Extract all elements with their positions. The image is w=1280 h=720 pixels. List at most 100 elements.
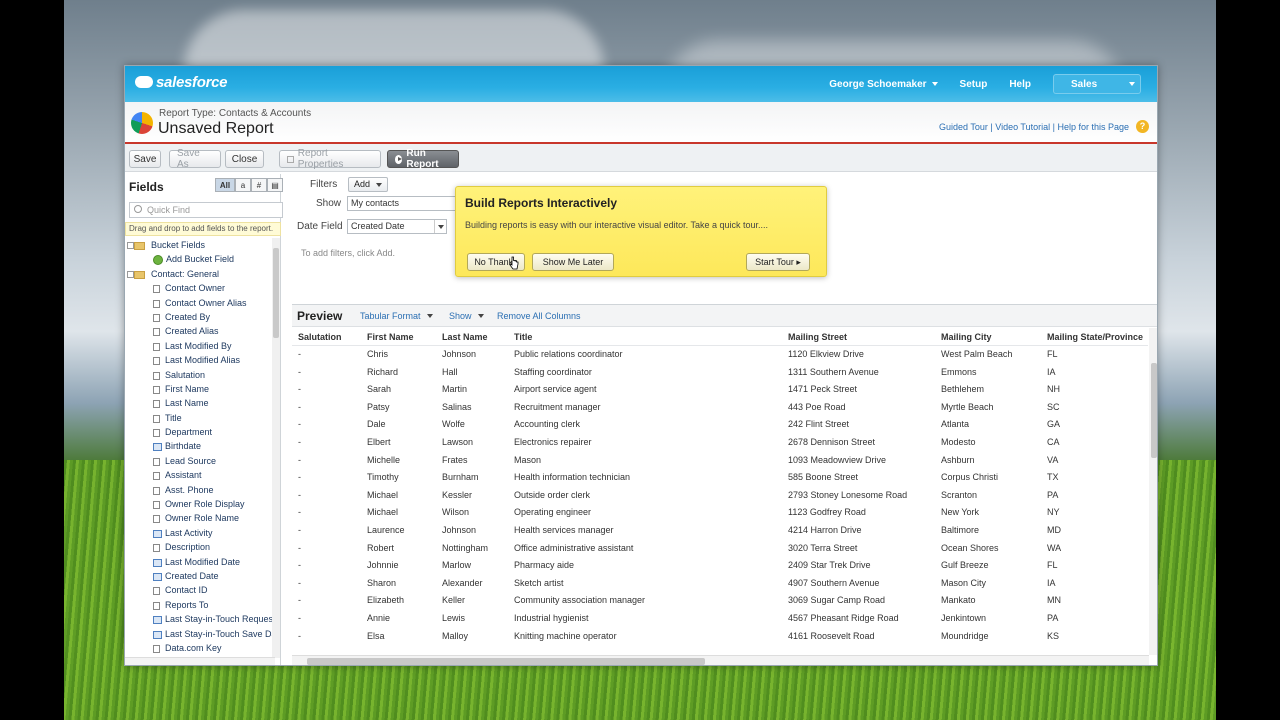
- toggle-all[interactable]: All: [215, 178, 235, 192]
- field-label: Bucket Fields: [151, 240, 206, 250]
- field-item[interactable]: Last Name: [125, 396, 275, 410]
- field-item[interactable]: Created Alias: [125, 324, 275, 338]
- cloud-icon: [135, 76, 153, 88]
- field-item[interactable]: Salutation: [125, 368, 275, 382]
- field-item[interactable]: Data.com Key: [125, 641, 275, 655]
- quick-find-input[interactable]: Quick Find: [129, 202, 283, 218]
- field-item[interactable]: Contact ID: [125, 583, 275, 597]
- fields-scrollbar[interactable]: [272, 238, 280, 658]
- column-header[interactable]: Mailing Street: [788, 332, 847, 342]
- field-item[interactable]: Last Stay-in-Touch Save Dat: [125, 627, 275, 641]
- scroll-thumb[interactable]: [1151, 363, 1157, 458]
- field-item[interactable]: Contact Owner: [125, 281, 275, 295]
- preview-title: Preview: [297, 309, 343, 323]
- app-selector[interactable]: Sales: [1053, 74, 1141, 94]
- save-as-button[interactable]: Save As: [169, 148, 221, 170]
- preview-horizontal-scrollbar[interactable]: [292, 655, 1149, 665]
- toggle-text[interactable]: a: [235, 178, 251, 192]
- field-item[interactable]: Owner Role Name: [125, 511, 275, 525]
- table-cell: MD: [1047, 524, 1061, 535]
- field-item[interactable]: Last Modified Date: [125, 555, 275, 569]
- add-bucket-field-item[interactable]: Add Bucket Field: [125, 252, 275, 266]
- field-item[interactable]: Last Stay-in-Touch Request: [125, 612, 275, 626]
- table-cell: Industrial hygienist: [514, 612, 589, 623]
- chevron-down-icon: [426, 314, 433, 318]
- table-cell: VA: [1047, 454, 1059, 465]
- column-header[interactable]: Salutation: [298, 332, 342, 342]
- field-item[interactable]: Last Modified Alias: [125, 353, 275, 367]
- run-report-button[interactable]: Run Report: [387, 148, 459, 170]
- help-link[interactable]: Help: [1009, 79, 1031, 90]
- help-icon[interactable]: ?: [1136, 120, 1149, 133]
- field-item[interactable]: Reports To: [125, 598, 275, 612]
- table-row: - Johnnie Marlow Pharmacy aide 2409 Star Tre…: [292, 557, 1148, 575]
- table-cell: 4161 Roosevelt Road: [788, 630, 875, 641]
- page-title: Unsaved Report: [158, 120, 274, 137]
- field-item[interactable]: Last Modified By: [125, 339, 275, 353]
- preview-scrollbar[interactable]: [1149, 328, 1157, 655]
- column-header[interactable]: Mailing State/Province: [1047, 332, 1143, 342]
- table-row: - Patsy Salinas Recruitment manager 443 Poe …: [292, 399, 1148, 417]
- field-item[interactable]: Created Date: [125, 569, 275, 583]
- field-item[interactable]: Last Activity: [125, 526, 275, 540]
- start-tour-button[interactable]: Start Tour ▸: [746, 253, 810, 271]
- field-item[interactable]: Asst. Phone: [125, 483, 275, 497]
- table-row: - Sarah Martin Airport service agent 1471 Pe…: [292, 381, 1148, 399]
- field-item[interactable]: Assistant: [125, 468, 275, 482]
- date-field-select[interactable]: Created Date: [347, 219, 447, 234]
- field-item[interactable]: Created By: [125, 310, 275, 324]
- tree-folder[interactable]: Bucket Fields: [125, 238, 275, 252]
- field-item[interactable]: Title: [125, 411, 275, 425]
- format-dropdown[interactable]: Tabular Format: [360, 311, 433, 321]
- preview-table: Salutation First Name Last Name Title Mailin…: [292, 328, 1148, 648]
- add-filter-button[interactable]: Add: [348, 177, 388, 192]
- table-cell: IA: [1047, 366, 1056, 377]
- field-item[interactable]: Lead Source: [125, 454, 275, 468]
- field-item[interactable]: Department: [125, 425, 275, 439]
- column-header[interactable]: First Name: [367, 332, 414, 342]
- scroll-thumb[interactable]: [307, 658, 705, 665]
- table-cell: Lewis: [442, 612, 466, 623]
- toggle-date[interactable]: ▤: [267, 178, 283, 192]
- help-links[interactable]: Guided Tour | Video Tutorial | Help for …: [939, 122, 1129, 132]
- field-label: Created By: [165, 311, 211, 322]
- field-item[interactable]: Description: [125, 540, 275, 554]
- show-dropdown[interactable]: Show: [449, 311, 484, 321]
- column-header[interactable]: Title: [514, 332, 532, 342]
- table-cell: 2678 Dennison Street: [788, 436, 876, 447]
- remove-all-columns-link[interactable]: Remove All Columns: [497, 311, 581, 321]
- table-cell: Laurence: [367, 524, 405, 535]
- save-button[interactable]: Save: [129, 150, 161, 168]
- field-item[interactable]: Birthdate: [125, 439, 275, 453]
- tree-folder[interactable]: Contact: General: [125, 267, 275, 281]
- setup-link[interactable]: Setup: [960, 79, 988, 90]
- table-cell: -: [298, 472, 301, 483]
- table-cell: West Palm Beach: [941, 349, 1013, 359]
- report-properties-button[interactable]: Report Properties: [279, 148, 381, 170]
- table-cell: Michael: [367, 489, 399, 500]
- table-cell: Marlow: [442, 560, 472, 571]
- salesforce-logo[interactable]: salesforce: [135, 74, 228, 91]
- table-cell: Bethlehem: [941, 384, 985, 395]
- chevron-down-icon: [1129, 82, 1135, 86]
- table-cell: Outside order clerk: [514, 489, 591, 500]
- field-item[interactable]: Owner Role Display: [125, 497, 275, 511]
- fields-panel: Fields All a # ▤ Quick Find Drag and dro…: [125, 174, 283, 665]
- column-header[interactable]: Mailing City: [941, 332, 992, 342]
- table-cell: Pharmacy aide: [514, 560, 575, 571]
- field-item[interactable]: First Name: [125, 382, 275, 396]
- table-cell: 4567 Pheasant Ridge Road: [788, 612, 899, 623]
- search-icon: [134, 205, 142, 213]
- table-row: - Sharon Alexander Sketch artist 4907 Southe…: [292, 575, 1148, 593]
- toggle-number[interactable]: #: [251, 178, 267, 192]
- fields-horizontal-scrollbar[interactable]: [125, 657, 275, 665]
- show-select[interactable]: My contacts: [347, 196, 457, 211]
- table-cell: Operating engineer: [514, 507, 592, 518]
- column-header[interactable]: Last Name: [442, 332, 488, 342]
- user-menu[interactable]: George Schoemaker: [829, 79, 938, 90]
- table-cell: Burnham: [442, 472, 479, 483]
- show-me-later-button[interactable]: Show Me Later: [532, 253, 614, 271]
- scroll-thumb[interactable]: [273, 248, 279, 338]
- field-item[interactable]: Contact Owner Alias: [125, 296, 275, 310]
- close-button[interactable]: Close: [225, 150, 264, 168]
